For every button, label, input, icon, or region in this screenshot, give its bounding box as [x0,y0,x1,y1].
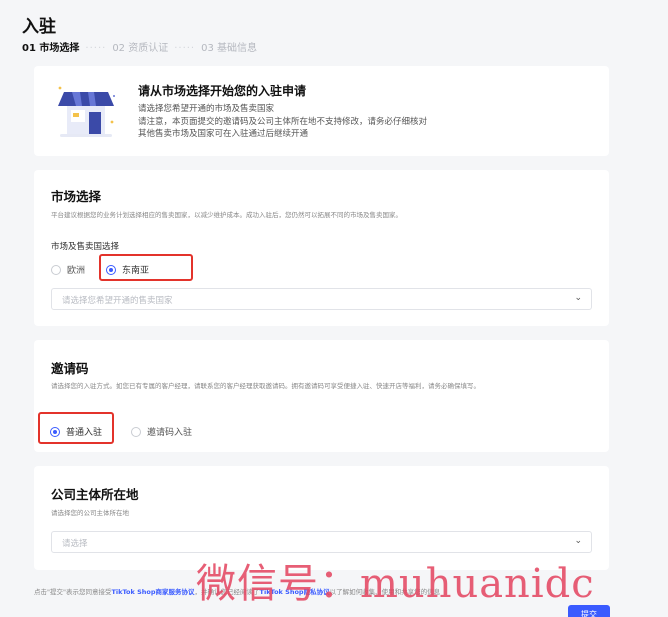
step-indicator: 01 市场选择 ····· 02 资质认证 ····· 03 基础信息 [22,39,257,54]
step-basic-info: 03 基础信息 [201,43,258,54]
step-market: 01 市场选择 [22,43,80,54]
country-select[interactable]: 请选择您希望开通的售卖国家 ⌄ [51,288,592,310]
intro-line: 请选择您希望开通的市场及售卖国家 [138,104,275,114]
radio-dot [50,426,60,437]
step-separator: ····· [174,43,196,54]
privacy-agreement-link[interactable]: TikTok Shop隐私协议 [260,588,330,596]
radio-southeast-asia[interactable]: 东南亚 [106,263,149,276]
market-field-label: 市场及售卖国选择 [51,242,120,252]
company-location-select[interactable]: 请选择 ⌄ [51,531,592,553]
radio-dot [51,264,61,275]
agreement-suffix: 以了解如何收集、使用和共享您的信息 [329,588,441,596]
intro-line: 请注意，本页面提交的邀请码及公司主体所在地不支持修改，请务必仔细核对 [138,116,428,127]
radio-dot [131,426,141,437]
chevron-down-icon: ⌄ [574,293,582,303]
market-card: 市场选择 平台建议根据您的业务计划选择相应的售卖国家，以减少维护成本。成功入驻后… [34,170,609,326]
market-section-desc: 平台建议根据您的业务计划选择相应的售卖国家，以减少维护成本。成功入驻后，您仍然可… [51,211,402,219]
agreement-note: 点击"提交"表示您同意接受TikTok Shop商家服务协议，并确认您已经阅读了… [34,586,440,596]
agreement-prefix: 点击"提交"表示您同意接受 [34,588,112,596]
radio-dot [106,264,116,275]
company-card: 公司主体所在地 请选择您的公司主体所在地 请选择 ⌄ [34,466,609,570]
intro-text: 请从市场选择开始您的入驻申请 请选择您希望开通的市场及售卖国家 请注意，本页面提… [138,82,427,141]
invite-section-desc: 请选择您的入驻方式。如您已有专属的客户经理，请联系您的客户经理获取邀请码。拥有邀… [51,382,480,390]
company-section-title: 公司主体所在地 [51,487,139,502]
radio-label: 东南亚 [122,266,150,276]
intro-card: 请从市场选择开始您的入驻申请 请选择您希望开通的市场及售卖国家 请注意，本页面提… [34,66,609,156]
submit-button[interactable]: 提交 [568,605,610,617]
radio-label: 邀请码入驻 [147,428,193,438]
radio-label: 欧洲 [67,266,86,276]
step-separator: ····· [85,43,107,54]
radio-invite-code-entry[interactable]: 邀请码入驻 [131,425,192,438]
invite-card: 邀请码 请选择您的入驻方式。如您已有专属的客户经理，请联系您的客户经理获取邀请码… [34,340,609,452]
chevron-down-icon: ⌄ [574,536,582,546]
page-title: 入驻 [22,17,56,37]
company-section-desc: 请选择您的公司主体所在地 [51,509,129,517]
intro-line: 其他售卖市场及国家可在入驻通过后继续开通 [138,129,309,139]
radio-regular-entry[interactable]: 普通入驻 [50,425,102,438]
agreement-middle: ，并确认您已经阅读了 [194,588,260,596]
radio-europe[interactable]: 欧洲 [51,263,85,276]
invite-section-title: 邀请码 [51,361,89,376]
company-select-placeholder: 请选择 [62,539,88,549]
country-select-placeholder: 请选择您希望开通的售卖国家 [62,296,173,306]
intro-heading: 请从市场选择开始您的入驻申请 [138,84,307,98]
radio-label: 普通入驻 [66,428,103,438]
shop-storefront-icon [58,86,115,137]
market-section-title: 市场选择 [51,189,102,204]
step-qualification: 02 资质认证 [112,43,169,54]
merchant-agreement-link[interactable]: TikTok Shop商家服务协议 [111,588,194,596]
